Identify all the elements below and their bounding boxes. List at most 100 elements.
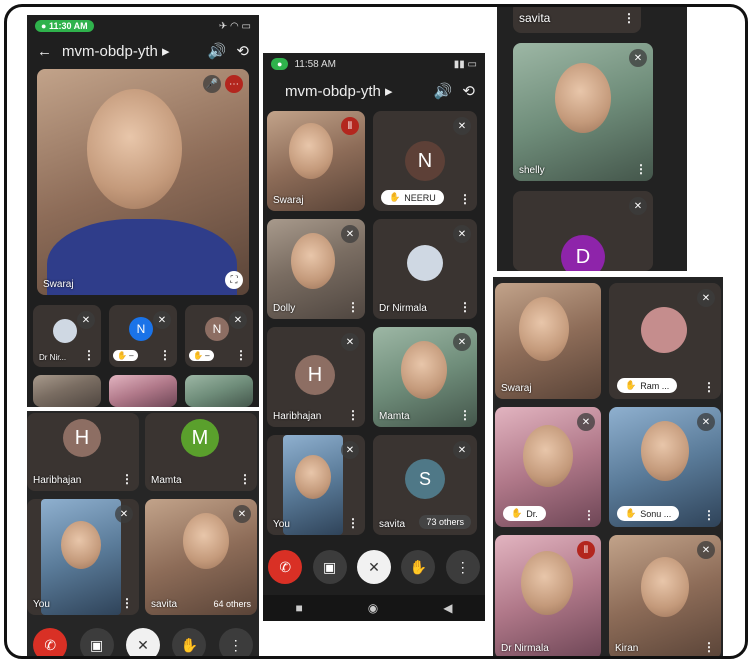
home-icon[interactable]: ◉ [368,601,378,615]
participant-tile-ram[interactable]: ✕ ✋ Ram ... ⋮ [609,283,721,399]
more-vert-icon[interactable]: ⋮ [159,348,171,362]
thumb-tile-4[interactable] [33,375,101,407]
meet-screenshot-3: savita ⋮ ✕ shelly ⋮ D ✕ [497,7,687,271]
call-controls: ✆ ▣ ✕ ✋ ⋮ [27,625,259,656]
switch-camera-icon[interactable]: ⟲ [236,42,249,60]
participant-tile-mamta[interactable]: ✕ Mamta ⋮ [373,327,477,427]
initial-avatar: S [405,459,445,499]
others-count[interactable]: 64 others [213,599,251,609]
meet-screenshot-1: ● 11:30 AM ✈ ◠ ▭ ← mvm-obdp-yth ▸ 🔊 ⟲ 🎤 … [27,15,259,407]
participant-face [521,551,573,615]
more-vert-icon[interactable]: ⋮ [347,516,359,530]
more-vert-icon[interactable]: ⋮ [583,508,595,522]
more-vert-icon[interactable]: ⋮ [347,300,359,314]
main-speaker-name: Swaraj [43,279,74,290]
participant-tile-dolly[interactable]: ✕ Dolly ⋮ [267,219,365,319]
more-vert-icon[interactable]: ⋮ [459,192,471,206]
mic-off-icon: ✕ [453,225,471,243]
raise-hand-chip[interactable]: ✋ NEERU [381,190,444,205]
mic-off-icon[interactable]: ✕ [125,628,160,656]
mic-off-icon[interactable]: ✕ [356,550,391,584]
more-vert-icon[interactable]: ⋮ [703,640,715,654]
initial-avatar: H [63,419,101,457]
more-vert-icon[interactable]: ⋮ [218,628,253,656]
meeting-header: ← mvm-obdp-yth ▸ 🔊 ⟲ [27,37,259,65]
participant-tile-savita[interactable]: ✕ savita 64 others [145,499,257,615]
main-speaker-tile[interactable]: 🎤 ⋯ Swaraj ⛶ [37,69,249,295]
raise-hand-chip[interactable]: ✋ Dr. [503,506,546,521]
self-view-tile[interactable]: ✕ You ⋮ [267,435,365,535]
initial-avatar: N [205,317,229,341]
call-end-icon[interactable]: ✆ [33,628,68,656]
thumb-tile-1[interactable]: ✕ Dr Nir... ⋮ [33,305,101,367]
thumb-tile-6[interactable] [185,375,253,407]
raise-hand-chip[interactable]: ✋ – [189,350,214,361]
participant-tile-dr-nirmala[interactable]: ⦀ Dr Nirmala [495,535,601,656]
participant-tile-mamta[interactable]: M Mamta ⋮ [145,413,257,491]
audio-wave-icon: ⦀ [341,117,359,135]
mic-off-icon: ✕ [629,197,647,215]
speaker-icon[interactable]: 🔊 [208,42,227,60]
more-vert-icon[interactable]: ⋮ [445,550,480,584]
more-vert-icon[interactable]: ⋮ [347,408,359,422]
raise-hand-chip[interactable]: ✋ Ram ... [617,378,678,393]
participant-tile-haribhajan[interactable]: H ✕ Haribhajan ⋮ [267,327,365,427]
thumb-tile-5[interactable] [109,375,177,407]
videocam-icon[interactable]: ▣ [79,628,114,656]
back-icon[interactable]: ◀ [443,601,452,615]
raise-hand-chip[interactable]: ✋ Sonu ... [617,506,680,521]
participant-face [641,557,689,617]
initial-avatar: D [561,235,605,271]
meeting-title[interactable]: mvm-obdp-yth ▸ [285,82,424,100]
participant-tile-swaraj[interactable]: Swaraj [495,283,601,399]
more-vert-icon[interactable]: ⋮ [235,348,247,362]
meeting-title[interactable]: mvm-obdp-yth ▸ [62,42,198,60]
thumb-tile-2[interactable]: N ✕ ✋ – ⋮ [109,305,177,367]
call-controls: ✆ ▣ ✕ ✋ ⋮ [263,547,485,587]
participant-tile-kiran[interactable]: ✕ Kiran ⋮ [609,535,721,656]
participant-tile-neeru[interactable]: N ✕ ✋ NEERU ⋮ [373,111,477,211]
participant-tile-savita[interactable]: S ✕ savita 73 others [373,435,477,535]
more-vert-icon[interactable]: ⋮ [121,472,133,486]
participant-tile-swaraj[interactable]: ⦀ Swaraj [267,111,365,211]
recents-icon[interactable]: ■ [296,601,303,615]
more-vert-icon[interactable]: ⋮ [635,162,647,176]
call-end-icon[interactable]: ✆ [268,550,303,584]
more-vert-icon[interactable]: ⋮ [703,508,715,522]
participant-tile-d[interactable]: D ✕ [513,191,653,271]
self-face [295,455,331,499]
more-options-icon[interactable]: ⋯ [225,75,243,93]
more-vert-icon[interactable]: ⋮ [459,300,471,314]
raise-hand-icon[interactable]: ✋ [172,628,207,656]
participant-face [523,425,573,487]
fullscreen-icon[interactable]: ⛶ [225,271,243,289]
raise-hand-chip[interactable]: ✋ – [113,350,138,361]
self-view-tile[interactable]: ✕ You ⋮ [27,499,139,615]
more-vert-icon[interactable]: ⋮ [623,11,635,25]
back-arrow-icon[interactable]: ← [37,43,52,60]
participant-tile-haribhajan[interactable]: H Haribhajan ⋮ [27,413,139,491]
more-vert-icon[interactable]: ⋮ [239,472,251,486]
participant-name: Dr Nirmala [379,303,427,314]
more-vert-icon[interactable]: ⋮ [703,380,715,394]
participant-tile-dr[interactable]: ✕ ✋ Dr. ⋮ [495,407,601,527]
participant-tile-shelly[interactable]: ✕ shelly ⋮ [513,43,653,181]
meeting-header: mvm-obdp-yth ▸ 🔊 ⟲ [263,77,485,105]
participant-tile-savita[interactable]: savita ⋮ [513,7,641,33]
mic-off-icon: ✕ [229,311,247,329]
participant-face [555,63,611,133]
others-count[interactable]: 73 others [419,515,471,529]
participant-tile-dr-nirmala[interactable]: ✕ Dr Nirmala ⋮ [373,219,477,319]
switch-camera-icon[interactable]: ⟲ [462,82,475,100]
more-vert-icon[interactable]: ⋮ [459,408,471,422]
more-vert-icon[interactable]: ⋮ [121,596,133,610]
more-vert-icon[interactable]: ⋮ [83,348,95,362]
thumb-tile-3[interactable]: N ✕ ✋ – ⋮ [185,305,253,367]
initial-avatar: M [181,419,219,457]
videocam-icon[interactable]: ▣ [312,550,347,584]
participant-tile-sonu[interactable]: ✕ ✋ Sonu ... ⋮ [609,407,721,527]
call-indicator: ● [271,58,289,70]
raise-hand-icon[interactable]: ✋ [401,550,436,584]
status-icons: ✈ ◠ ▭ [218,20,251,32]
speaker-icon[interactable]: 🔊 [434,82,453,100]
